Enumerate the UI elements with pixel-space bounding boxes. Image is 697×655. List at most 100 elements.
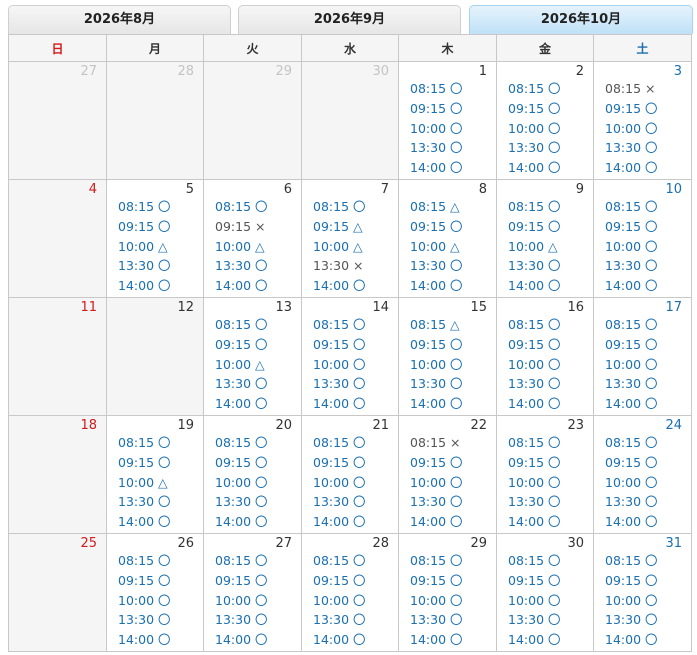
time-slot-link[interactable]: 08:15 〇: [313, 315, 366, 335]
time-slot-link[interactable]: 13:30 〇: [215, 610, 268, 630]
time-slot-link[interactable]: 10:00 〇: [605, 237, 658, 257]
time-slot-link[interactable]: 10:00 〇: [410, 355, 463, 375]
time-slot-link[interactable]: 09:15 〇: [410, 571, 463, 591]
time-slot-link[interactable]: 08:15 △: [410, 197, 463, 217]
time-slot-link[interactable]: 14:00 〇: [118, 276, 171, 296]
time-slot-link[interactable]: 09:15 △: [313, 217, 366, 237]
time-slot-link[interactable]: 14:00 〇: [410, 630, 463, 650]
time-slot-link[interactable]: 13:30 〇: [313, 374, 366, 394]
time-slot-link[interactable]: 08:15 △: [410, 315, 463, 335]
time-slot-link[interactable]: 10:00 〇: [605, 473, 658, 493]
time-slot-link[interactable]: 09:15 〇: [215, 335, 268, 355]
time-slot-link[interactable]: 09:15 〇: [313, 335, 366, 355]
time-slot-link[interactable]: 14:00 〇: [215, 630, 268, 650]
time-slot-link[interactable]: 14:00 〇: [508, 394, 561, 414]
time-slot-link[interactable]: 13:30 〇: [605, 492, 658, 512]
time-slot-link[interactable]: 09:15 〇: [508, 571, 561, 591]
time-slot-link[interactable]: 10:00 〇: [508, 591, 561, 611]
time-slot-link[interactable]: 08:15 〇: [605, 197, 658, 217]
time-slot-link[interactable]: 08:15 〇: [508, 315, 561, 335]
time-slot-link[interactable]: 10:00 〇: [313, 591, 366, 611]
time-slot-link[interactable]: 13:30 〇: [410, 138, 463, 158]
time-slot-link[interactable]: 14:00 〇: [313, 512, 366, 532]
time-slot-link[interactable]: 14:00 〇: [313, 394, 366, 414]
time-slot-link[interactable]: 14:00 〇: [215, 394, 268, 414]
time-slot-link[interactable]: 09:15 〇: [313, 571, 366, 591]
time-slot-link[interactable]: 13:30 〇: [508, 138, 561, 158]
time-slot-link[interactable]: 09:15 〇: [605, 453, 658, 473]
time-slot-link[interactable]: 13:30 〇: [508, 492, 561, 512]
time-slot-link[interactable]: 14:00 〇: [508, 158, 561, 178]
time-slot-link[interactable]: 09:15 〇: [410, 217, 463, 237]
time-slot-link[interactable]: 08:15 〇: [410, 551, 463, 571]
time-slot-link[interactable]: 10:00 〇: [410, 119, 463, 139]
time-slot-link[interactable]: 13:30 〇: [410, 256, 463, 276]
time-slot-link[interactable]: 08:15 〇: [508, 433, 561, 453]
time-slot-link[interactable]: 14:00 〇: [605, 158, 658, 178]
time-slot-link[interactable]: 09:15 〇: [508, 99, 561, 119]
time-slot-link[interactable]: 08:15 〇: [215, 433, 268, 453]
time-slot-link[interactable]: 14:00 〇: [118, 630, 171, 650]
time-slot-link[interactable]: 10:00 △: [215, 237, 268, 257]
time-slot-link[interactable]: 08:15 〇: [410, 79, 463, 99]
time-slot-link[interactable]: 13:30 〇: [118, 610, 171, 630]
time-slot-link[interactable]: 10:00 △: [118, 237, 171, 257]
time-slot-link[interactable]: 10:00 △: [410, 237, 463, 257]
time-slot-link[interactable]: 10:00 〇: [410, 591, 463, 611]
time-slot-link[interactable]: 10:00 〇: [215, 473, 268, 493]
time-slot-link[interactable]: 09:15 〇: [215, 453, 268, 473]
time-slot-link[interactable]: 14:00 〇: [605, 512, 658, 532]
time-slot-link[interactable]: 08:15 〇: [313, 551, 366, 571]
time-slot-link[interactable]: 14:00 〇: [605, 394, 658, 414]
time-slot-link[interactable]: 13:30 〇: [605, 138, 658, 158]
time-slot-link[interactable]: 13:30 〇: [118, 492, 171, 512]
time-slot-link[interactable]: 13:30 〇: [313, 492, 366, 512]
time-slot-link[interactable]: 14:00 〇: [508, 512, 561, 532]
time-slot-link[interactable]: 14:00 〇: [605, 630, 658, 650]
time-slot-link[interactable]: 10:00 〇: [410, 473, 463, 493]
time-slot-link[interactable]: 10:00 〇: [215, 591, 268, 611]
time-slot-link[interactable]: 13:30 〇: [313, 610, 366, 630]
time-slot-link[interactable]: 10:00 〇: [508, 119, 561, 139]
tab-september[interactable]: 2026年9月: [238, 5, 461, 34]
time-slot-link[interactable]: 10:00 〇: [605, 355, 658, 375]
time-slot-link[interactable]: 10:00 △: [118, 473, 171, 493]
time-slot-link[interactable]: 09:15 〇: [508, 335, 561, 355]
time-slot-link[interactable]: 09:15 〇: [313, 453, 366, 473]
time-slot-link[interactable]: 09:15 〇: [605, 217, 658, 237]
time-slot-link[interactable]: 08:15 〇: [313, 433, 366, 453]
time-slot-link[interactable]: 09:15 〇: [410, 453, 463, 473]
time-slot-link[interactable]: 13:30 〇: [508, 256, 561, 276]
time-slot-link[interactable]: 10:00 〇: [508, 473, 561, 493]
time-slot-link[interactable]: 14:00 〇: [508, 276, 561, 296]
time-slot-link[interactable]: 14:00 〇: [605, 276, 658, 296]
time-slot-link[interactable]: 14:00 〇: [508, 630, 561, 650]
time-slot-link[interactable]: 08:15 〇: [215, 197, 268, 217]
time-slot-link[interactable]: 13:30 〇: [605, 610, 658, 630]
time-slot-link[interactable]: 13:30 〇: [605, 374, 658, 394]
time-slot-link[interactable]: 08:15 〇: [508, 79, 561, 99]
time-slot-link[interactable]: 14:00 〇: [410, 394, 463, 414]
time-slot-link[interactable]: 09:15 〇: [508, 217, 561, 237]
time-slot-link[interactable]: 14:00 〇: [215, 512, 268, 532]
time-slot-link[interactable]: 13:30 〇: [215, 492, 268, 512]
time-slot-link[interactable]: 09:15 〇: [410, 99, 463, 119]
time-slot-link[interactable]: 10:00 〇: [605, 119, 658, 139]
time-slot-link[interactable]: 08:15 〇: [215, 315, 268, 335]
time-slot-link[interactable]: 08:15 〇: [605, 551, 658, 571]
tab-october[interactable]: 2026年10月: [469, 5, 693, 34]
time-slot-link[interactable]: 13:30 〇: [410, 374, 463, 394]
time-slot-link[interactable]: 08:15 〇: [118, 551, 171, 571]
time-slot-link[interactable]: 08:15 〇: [508, 197, 561, 217]
time-slot-link[interactable]: 09:15 〇: [605, 335, 658, 355]
time-slot-link[interactable]: 10:00 〇: [118, 591, 171, 611]
time-slot-link[interactable]: 08:15 〇: [605, 315, 658, 335]
time-slot-link[interactable]: 09:15 〇: [410, 335, 463, 355]
time-slot-link[interactable]: 09:15 〇: [118, 453, 171, 473]
time-slot-link[interactable]: 09:15 〇: [508, 453, 561, 473]
time-slot-link[interactable]: 08:15 〇: [118, 197, 171, 217]
time-slot-link[interactable]: 10:00 〇: [508, 355, 561, 375]
time-slot-link[interactable]: 08:15 〇: [313, 197, 366, 217]
time-slot-link[interactable]: 13:30 〇: [410, 610, 463, 630]
time-slot-link[interactable]: 10:00 △: [215, 355, 268, 375]
